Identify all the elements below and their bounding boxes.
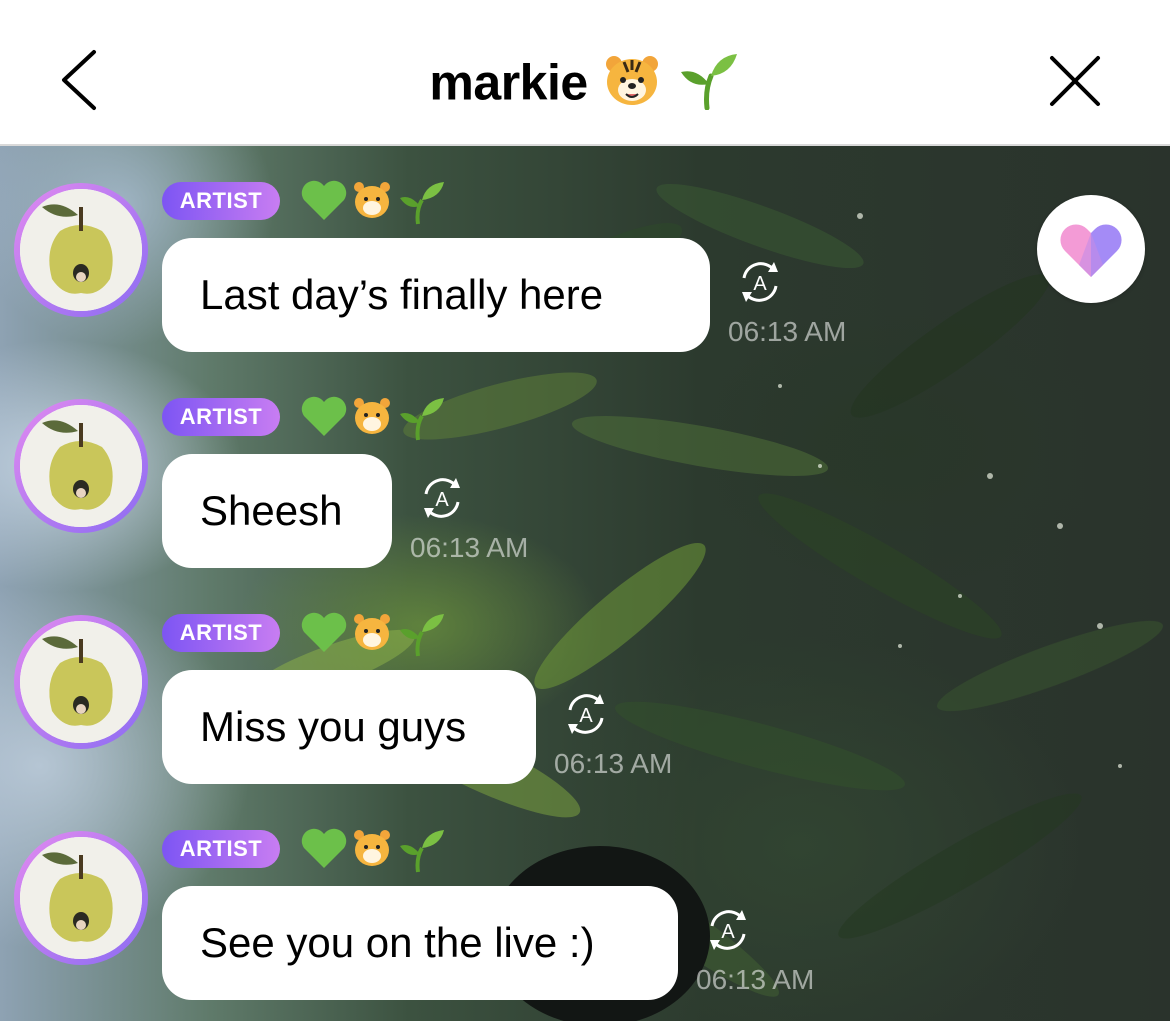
tiger-face-emoji: [354, 830, 390, 866]
artist-badge: ARTIST: [162, 830, 280, 868]
seedling-emoji: [400, 830, 444, 873]
chat-title: markie: [429, 54, 588, 111]
seedling-emoji: [400, 182, 444, 225]
translate-icon[interactable]: A: [736, 258, 784, 306]
green-heart-emoji: [301, 828, 347, 868]
name-emojis: [300, 176, 450, 226]
message-timestamp: 06:13 AM: [554, 748, 673, 779]
close-icon[interactable]: [1046, 52, 1104, 110]
green-heart-emoji: [301, 396, 347, 436]
avatar[interactable]: [14, 615, 148, 749]
avatar[interactable]: [14, 183, 148, 317]
svg-text:A: A: [721, 921, 735, 943]
message-timestamp: 06:13 AM: [410, 532, 529, 563]
seedling-emoji: [400, 398, 444, 441]
name-emojis: [300, 608, 450, 658]
chat-header: markie: [0, 0, 1170, 146]
svg-text:A: A: [753, 273, 767, 295]
seedling-emoji: [677, 50, 741, 115]
message-bubble[interactable]: Last day’s finally here: [162, 238, 710, 352]
tiger-face-emoji: [354, 398, 390, 434]
avatar[interactable]: [14, 399, 148, 533]
message-bubble[interactable]: Miss you guys: [162, 670, 536, 784]
message-timestamp: 06:13 AM: [728, 316, 847, 347]
svg-text:A: A: [579, 705, 593, 727]
heart-reaction-button[interactable]: [1037, 195, 1145, 303]
seedling-emoji: [400, 614, 444, 657]
message-bubble[interactable]: See you on the live :): [162, 886, 678, 1000]
chat-area[interactable]: ARTIST Last day’s finally here A 06:13 A…: [0, 146, 1170, 1021]
chat-title-bar: markie: [0, 50, 1170, 111]
message-timestamp: 06:13 AM: [696, 964, 815, 995]
green-heart-emoji: [301, 612, 347, 652]
heart-icon: [1060, 224, 1122, 277]
translate-icon[interactable]: A: [562, 690, 610, 738]
tiger-face-emoji: [354, 614, 390, 650]
artist-badge: ARTIST: [162, 182, 280, 220]
translate-icon[interactable]: A: [418, 474, 466, 522]
avatar[interactable]: [14, 831, 148, 965]
name-emojis: [300, 824, 450, 874]
message-bubble[interactable]: Sheesh: [162, 454, 392, 568]
translate-icon[interactable]: A: [704, 906, 752, 954]
tiger-face-emoji: [354, 182, 390, 218]
artist-badge: ARTIST: [162, 398, 280, 436]
artist-badge: ARTIST: [162, 614, 280, 652]
name-emojis: [300, 392, 450, 442]
svg-text:A: A: [435, 489, 449, 511]
green-heart-emoji: [301, 180, 347, 220]
tiger-face-emoji: [604, 54, 660, 111]
